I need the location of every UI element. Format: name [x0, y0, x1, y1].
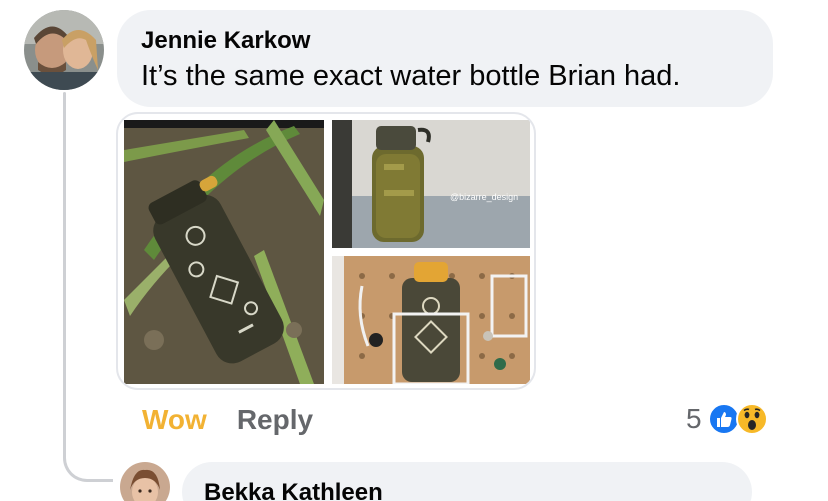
thread-connector-curve [63, 430, 113, 482]
photo-bottle-in-grass[interactable] [124, 120, 324, 384]
photo-bottle-on-pegboard[interactable] [332, 256, 530, 384]
reply-button[interactable]: Reply [237, 404, 313, 435]
avatar[interactable] [24, 10, 104, 90]
wow-reaction-button[interactable]: Wow [142, 404, 207, 435]
reaction-count: 5 [686, 403, 702, 434]
comment-actions: Wow Reply [142, 402, 313, 438]
reply-avatar[interactable] [120, 462, 170, 501]
comment-bubble: Jennie Karkow It’s the same exact water … [117, 10, 773, 107]
comment-thread: Jennie Karkow It’s the same exact water … [0, 0, 828, 501]
photo-watermark: @bizarre_design [450, 192, 518, 202]
reaction-summary[interactable]: 5 [686, 400, 768, 438]
thread-connector-line [63, 92, 66, 448]
photo-bottle-on-table[interactable]: @bizarre_design [332, 120, 530, 248]
wow-icon [735, 403, 768, 435]
reply-author[interactable]: Bekka Kathleen [204, 478, 730, 501]
comment-author[interactable]: Jennie Karkow [141, 26, 749, 56]
photo-collage[interactable]: @bizarre_design [116, 112, 536, 390]
comment-text: It’s the same exact water bottle Brian h… [141, 60, 681, 92]
reply-bubble: Bekka Kathleen [182, 462, 752, 501]
